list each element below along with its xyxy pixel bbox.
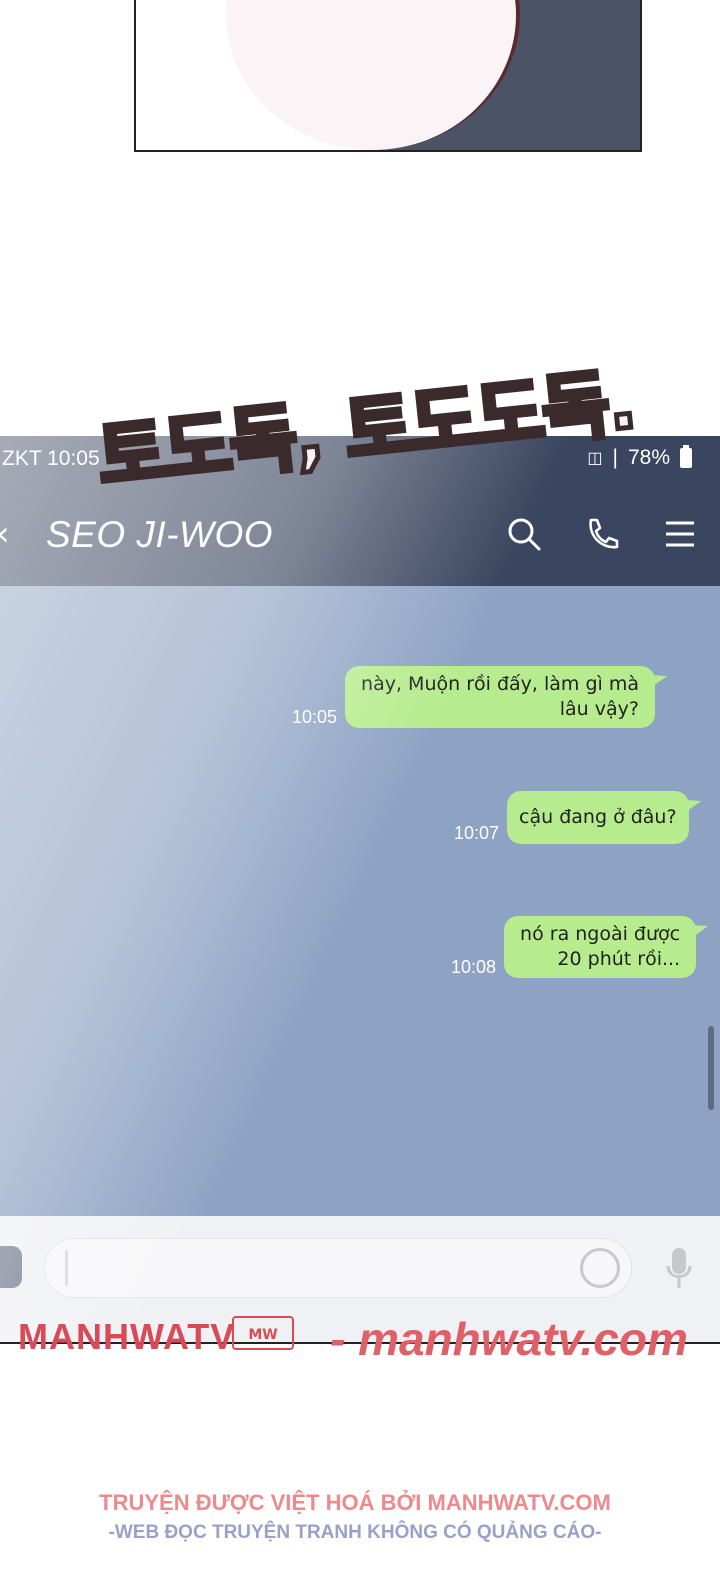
message-bubble[interactable]: cậu đang ở đâu? bbox=[507, 791, 689, 844]
tv-logo-icon: MW bbox=[232, 1316, 294, 1350]
credit-line-1: TRUYỆN ĐƯỢC VIỆT HOÁ BỞI MANHWATV.COM bbox=[99, 1490, 611, 1515]
message-time: 10:08 bbox=[451, 957, 497, 977]
menu-icon[interactable] bbox=[660, 514, 700, 554]
message-row: 10:07 cậu đang ở đâu? bbox=[454, 791, 689, 844]
phone-screen: ZKT 10:05 ◫ | 78% ‹ SEO JI-WOO 10:05 này… bbox=[0, 436, 720, 1344]
emoji-icon[interactable] bbox=[580, 1248, 620, 1288]
message-bubble[interactable]: nó ra ngoài được 20 phút rồi... bbox=[504, 916, 697, 978]
battery-icon bbox=[680, 445, 692, 468]
watermark-strip: MANHWATV MW - manhwatv.com bbox=[0, 1312, 720, 1365]
comic-panel-top bbox=[134, 0, 642, 152]
input-caret bbox=[65, 1250, 68, 1286]
message-time: 10:05 bbox=[292, 707, 338, 727]
phone-icon[interactable] bbox=[582, 514, 622, 554]
message-row: 10:05 này, Muộn rồi đấy, làm gì mà lâu v… bbox=[292, 666, 655, 728]
watermark-brand: MANHWATV bbox=[18, 1316, 236, 1357]
back-icon[interactable]: ‹ bbox=[0, 514, 10, 554]
message-input[interactable] bbox=[44, 1238, 632, 1298]
mic-icon[interactable] bbox=[665, 1246, 693, 1290]
search-icon[interactable] bbox=[504, 514, 544, 554]
message-bubble[interactable]: này, Muộn rồi đấy, làm gì mà lâu vậy? bbox=[345, 666, 655, 728]
status-time: ZKT 10:05 bbox=[2, 447, 100, 470]
chat-scrollbar[interactable] bbox=[708, 1026, 714, 1110]
credit-line-2: -WEB ĐỌC TRUYỆN TRANH KHÔNG CÓ QUẢNG CÁO… bbox=[108, 1522, 602, 1543]
chat-area[interactable]: 10:05 này, Muộn rồi đấy, làm gì mà lâu v… bbox=[0, 586, 720, 1216]
message-time: 10:07 bbox=[454, 823, 500, 843]
message-row: 10:08 nó ra ngoài được 20 phút rồi... bbox=[451, 916, 697, 978]
battery-percent: 78% bbox=[627, 446, 670, 469]
contact-name: SEO JI-WOO bbox=[46, 514, 273, 555]
watermark-url: - manhwatv.com bbox=[330, 1313, 688, 1365]
attach-icon[interactable] bbox=[0, 1246, 22, 1288]
